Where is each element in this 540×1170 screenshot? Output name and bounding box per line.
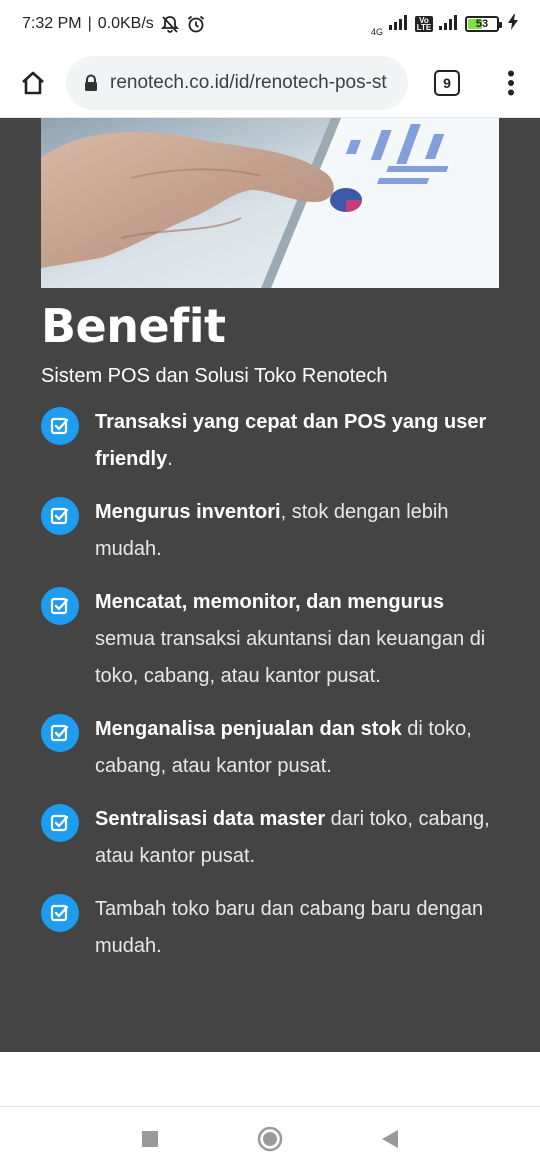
status-bar: 7:32 PM | 0.0KB/s 4G Vo LTE 53 — [0, 0, 540, 48]
checkbox-icon — [41, 894, 79, 932]
list-item-rest: semua transaksi akuntansi dan keuangan d… — [95, 628, 486, 687]
benefit-list: Transaksi yang cepat dan POS yang user f… — [41, 404, 501, 981]
status-left: 7:32 PM | 0.0KB/s — [22, 14, 206, 34]
checkbox-icon — [41, 714, 79, 752]
status-speed: 0.0KB/s — [97, 15, 154, 32]
square-icon — [142, 1130, 158, 1147]
address-bar[interactable]: renotech.co.id/id/renotech-pos-st — [66, 55, 408, 110]
list-item: Tambah toko baru dan cabang baru dengan … — [41, 891, 501, 965]
back-button[interactable] — [370, 1119, 410, 1159]
url-text: renotech.co.id/id/renotech-pos-st — [110, 71, 387, 93]
list-item: Sentralisasi data master dari toko, caba… — [41, 801, 501, 875]
recents-button[interactable] — [130, 1119, 170, 1159]
signal-icon-2 — [438, 14, 460, 35]
benefit-section: Benefit Sistem POS dan Solusi Toko Renot… — [0, 118, 540, 1052]
battery-level: 53 — [475, 18, 489, 30]
charging-bolt-icon — [508, 13, 518, 35]
list-item-text: Menganalisa penjualan dan stok di toko, … — [95, 711, 495, 785]
muted-bell-icon — [160, 14, 180, 34]
checkbox-icon — [41, 804, 79, 842]
status-time: 7:32 PM — [22, 15, 82, 32]
screen: 7:32 PM | 0.0KB/s 4G Vo LTE 53 renotech.… — [0, 0, 540, 1170]
list-item-rest: . — [167, 448, 173, 470]
list-item-bold: Mengurus inventori — [95, 501, 281, 523]
hero-illustration — [41, 118, 499, 288]
list-item-bold: Transaksi yang cepat dan POS yang user f… — [95, 411, 487, 470]
home-icon — [22, 71, 44, 94]
section-subtitle: Sistem POS dan Solusi Toko Renotech — [41, 365, 388, 387]
list-item-bold: Mencatat, memonitor, dan mengurus — [95, 591, 444, 613]
list-item: Mengurus inventori, stok dengan lebih mu… — [41, 494, 501, 568]
browser-toolbar: renotech.co.id/id/renotech-pos-st 9 — [0, 48, 540, 118]
list-item-text: Tambah toko baru dan cabang baru dengan … — [95, 891, 495, 965]
lock-icon — [84, 74, 98, 92]
list-item: Transaksi yang cepat dan POS yang user f… — [41, 404, 501, 478]
triangle-back-icon — [382, 1129, 398, 1148]
list-item-bold: Sentralisasi data master — [95, 808, 326, 830]
list-item-text: Mencatat, memonitor, dan mengurus semua … — [95, 584, 495, 695]
home-nav-button[interactable] — [250, 1119, 290, 1159]
home-button[interactable] — [0, 48, 66, 118]
list-item: Menganalisa penjualan dan stok di toko, … — [41, 711, 501, 785]
system-nav-bar — [0, 1106, 540, 1170]
overflow-menu-button[interactable] — [486, 48, 536, 118]
volte-badge: Vo LTE — [415, 16, 433, 32]
network-type: 4G — [370, 26, 383, 37]
list-item-bold: Menganalisa penjualan dan stok — [95, 718, 402, 740]
list-item: Mencatat, memonitor, dan mengurus semua … — [41, 584, 501, 695]
section-title: Benefit — [41, 299, 226, 353]
battery-indicator: 53 — [465, 16, 502, 32]
status-separator: | — [87, 15, 92, 32]
signal-icon — [388, 14, 410, 35]
hero-image — [41, 118, 499, 288]
list-item-text: Transaksi yang cepat dan POS yang user f… — [95, 404, 495, 478]
circle-icon — [257, 1126, 283, 1151]
checkbox-icon — [41, 497, 79, 535]
status-right: 4G Vo LTE 53 — [371, 12, 518, 37]
tab-count: 9 — [434, 69, 460, 96]
alarm-clock-icon — [186, 14, 206, 34]
tab-switcher-button[interactable]: 9 — [408, 48, 486, 118]
more-vert-icon — [508, 70, 514, 95]
checkbox-icon — [41, 587, 79, 625]
list-item-text: Sentralisasi data master dari toko, caba… — [95, 801, 495, 875]
list-item-text: Mengurus inventori, stok dengan lebih mu… — [95, 494, 495, 568]
checkbox-icon — [41, 407, 79, 445]
list-item-rest: Tambah toko baru dan cabang baru dengan … — [95, 898, 484, 957]
